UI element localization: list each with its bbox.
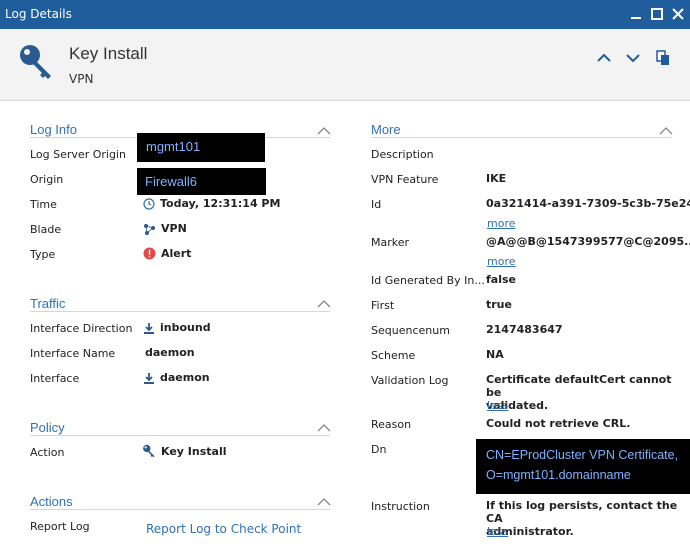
label-report-log: Report Log: [30, 520, 90, 533]
close-icon: [672, 8, 684, 20]
collapse-more-icon[interactable]: [659, 126, 673, 136]
value-first: true: [486, 298, 512, 311]
value-type: Alert: [161, 247, 192, 260]
value-action: Key Install: [161, 444, 227, 458]
label-sequencenum: Sequencenum: [371, 324, 450, 337]
log-name: Key Install: [69, 44, 148, 63]
collapse-log-info-icon[interactable]: [317, 126, 331, 136]
value-origin: Firewall6: [145, 174, 198, 189]
value-vpn-feature: IKE: [486, 172, 507, 185]
section-divider: [371, 137, 671, 138]
value-validation-log-line2: validated.: [486, 399, 549, 412]
inbound-arrow-icon: [144, 322, 154, 334]
section-divider: [30, 311, 330, 312]
value-log-server-origin: mgmt101: [146, 139, 201, 154]
value-interface-direction: inbound: [160, 321, 211, 334]
minimize-icon: [631, 17, 641, 19]
previous-log-button[interactable]: [595, 49, 613, 67]
label-log-server-origin: Log Server Origin: [30, 148, 126, 161]
value-marker: @A@@B@1547399577@C@2095...: [486, 235, 690, 248]
label-interface: Interface: [30, 372, 80, 385]
section-more-title: More: [371, 122, 401, 137]
value-instruction: If this log persists, contact the CA adm…: [486, 499, 690, 538]
value-id-generated-by: false: [486, 273, 516, 286]
collapse-traffic-icon[interactable]: [317, 299, 331, 309]
chevron-up-icon: [597, 53, 611, 62]
value-reason: Could not retrieve CRL.: [486, 417, 631, 430]
maximize-button[interactable]: [648, 5, 666, 23]
label-instruction: Instruction: [371, 500, 430, 513]
value-interface-name: daemon: [145, 346, 195, 359]
instruction-less-link[interactable]: less: [487, 525, 508, 538]
id-more-link[interactable]: more: [487, 217, 516, 230]
next-log-button[interactable]: [624, 49, 642, 67]
value-scheme: NA: [486, 348, 504, 361]
label-interface-direction: Interface Direction: [30, 322, 133, 335]
label-time: Time: [30, 198, 57, 211]
redacted-log-server-origin: mgmt101: [137, 133, 265, 162]
value-instruction-line1: If this log persists, contact the CA: [486, 499, 678, 525]
section-traffic-title: Traffic: [30, 296, 66, 311]
minimize-button[interactable]: [627, 5, 645, 23]
section-log-info-title: Log Info: [30, 122, 77, 137]
log-header: Key Install VPN: [0, 29, 690, 101]
clock-icon: [143, 197, 155, 210]
interface-value-row: daemon: [143, 371, 210, 384]
label-type: Type: [30, 248, 56, 261]
collapse-policy-icon[interactable]: [317, 423, 331, 433]
section-policy-title: Policy: [30, 420, 65, 435]
value-sequencenum: 2147483647: [486, 323, 563, 336]
label-validation-log: Validation Log: [371, 374, 449, 387]
label-first: First: [371, 299, 395, 312]
time-value-row: Today, 12:31:14 PM: [143, 197, 280, 210]
label-reason: Reason: [371, 418, 412, 431]
window-title: Log Details: [5, 7, 72, 21]
label-id-generated-by: Id Generated By In...: [371, 274, 485, 287]
blade-value-row: VPN: [143, 222, 187, 235]
label-vpn-feature: VPN Feature: [371, 173, 439, 186]
label-action: Action: [30, 446, 65, 459]
chevron-down-icon: [626, 54, 640, 63]
label-id: Id: [371, 198, 382, 211]
report-log-link[interactable]: Report Log to Check Point: [146, 522, 301, 536]
key-icon: [20, 45, 51, 79]
alert-icon: [143, 247, 156, 260]
label-interface-name: Interface Name: [30, 347, 116, 360]
value-dn-line2: O=mgmt101.domainname: [486, 468, 631, 482]
copy-button[interactable]: [654, 49, 672, 67]
value-id: 0a321414-a391-7309-5c3b-75e244...: [486, 197, 690, 210]
section-divider: [30, 509, 330, 510]
label-dn: Dn: [371, 443, 387, 456]
value-validation-log-line1: Certificate defaultCert cannot be: [486, 373, 672, 399]
action-value-row: Key Install: [142, 444, 226, 458]
key-icon: [143, 444, 155, 458]
label-marker: Marker: [371, 236, 410, 249]
label-origin: Origin: [30, 173, 64, 186]
value-interface: daemon: [160, 371, 210, 384]
redacted-origin: Firewall6: [137, 168, 266, 195]
value-dn-line1: CN=EProdCluster VPN Certificate,: [486, 448, 679, 462]
vpn-icon: [144, 223, 155, 235]
close-button[interactable]: [669, 5, 687, 23]
copy-icon: [656, 50, 669, 65]
value-time: Today, 12:31:14 PM: [160, 197, 281, 210]
section-divider: [30, 435, 330, 436]
marker-more-link[interactable]: more: [487, 255, 516, 268]
validation-log-less-link[interactable]: less: [487, 399, 508, 412]
collapse-actions-icon[interactable]: [317, 497, 331, 507]
maximize-icon: [651, 8, 663, 20]
value-validation-log: Certificate defaultCert cannot be valida…: [486, 373, 690, 412]
type-value-row: Alert: [143, 247, 191, 260]
window-titlebar: Log Details: [0, 0, 690, 29]
label-scheme: Scheme: [371, 349, 416, 362]
log-blade: VPN: [69, 72, 94, 86]
inbound-arrow-icon: [144, 372, 154, 384]
interface-direction-value-row: inbound: [143, 321, 211, 334]
label-blade: Blade: [30, 223, 62, 236]
label-description: Description: [371, 148, 434, 161]
value-blade: VPN: [161, 222, 187, 235]
redacted-dn: CN=EProdCluster VPN Certificate, O=mgmt1…: [476, 439, 690, 494]
section-actions-title: Actions: [30, 494, 73, 509]
value-instruction-line2: administrator.: [486, 525, 574, 538]
